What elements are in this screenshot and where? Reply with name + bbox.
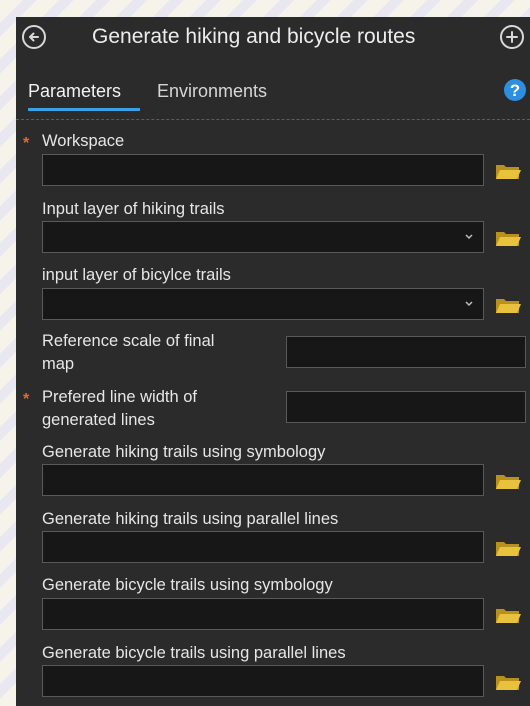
folder-browse-icon[interactable] xyxy=(495,538,521,558)
back-button[interactable] xyxy=(22,25,46,49)
folder-browse-icon[interactable] xyxy=(495,295,521,315)
back-arrow-circle-icon xyxy=(29,32,39,42)
hiking-symbology-output[interactable] xyxy=(42,464,484,496)
required-marker: * xyxy=(23,391,30,408)
tool-title: Generate hiking and bicycle routes xyxy=(92,25,416,48)
geoprocessing-pane: Generate hiking and bicycle routes Param… xyxy=(16,17,530,706)
tab-environments[interactable]: Environments xyxy=(157,81,267,102)
param-label-bicycle-parallel: Generate bicycle trails using parallel l… xyxy=(42,644,346,662)
param-label-line-width: Prefered line width of xyxy=(42,388,198,406)
folder-browse-icon[interactable] xyxy=(495,471,521,491)
tab-parameters[interactable]: Parameters xyxy=(28,81,121,102)
chevron-down-icon xyxy=(465,301,473,307)
add-circle-icon xyxy=(506,31,518,43)
folder-browse-icon[interactable] xyxy=(495,672,521,692)
workspace-input[interactable] xyxy=(42,154,484,186)
reference-scale-input[interactable] xyxy=(286,336,526,368)
folder-browse-icon[interactable] xyxy=(495,228,521,248)
bicycle-symbology-output[interactable] xyxy=(42,598,484,630)
required-marker: * xyxy=(23,135,30,152)
chevron-down-icon xyxy=(465,234,473,240)
param-label-bicycle-symbology: Generate bicycle trails using symbology xyxy=(42,576,333,594)
param-label-hiking-parallel: Generate hiking trails using parallel li… xyxy=(42,510,339,528)
tabs-divider xyxy=(16,119,530,120)
bicycle-parallel-output[interactable] xyxy=(42,665,484,697)
folder-browse-icon[interactable] xyxy=(495,161,521,181)
help-icon[interactable]: ? xyxy=(504,79,526,101)
hiking-parallel-output[interactable] xyxy=(42,531,484,563)
hiking-layer-select[interactable] xyxy=(42,221,484,253)
active-tab-indicator xyxy=(28,108,140,111)
param-label-hiking-layer: Input layer of hiking trails xyxy=(42,200,225,218)
param-label-hiking-symbology: Generate hiking trails using symbology xyxy=(42,443,326,461)
pane-header: Generate hiking and bicycle routes xyxy=(16,17,530,61)
add-button[interactable] xyxy=(500,25,524,49)
line-width-input[interactable] xyxy=(286,391,526,423)
param-label-workspace: Workspace xyxy=(42,132,125,150)
bicycle-layer-select[interactable] xyxy=(42,288,484,320)
folder-browse-icon[interactable] xyxy=(495,605,521,625)
param-label-reference-scale: Reference scale of final xyxy=(42,332,215,350)
param-label-bicycle-layer: input layer of bicylce trails xyxy=(42,266,231,284)
param-label-line-width-line2: generated lines xyxy=(42,411,155,429)
param-label-reference-scale-line2: map xyxy=(42,355,75,373)
